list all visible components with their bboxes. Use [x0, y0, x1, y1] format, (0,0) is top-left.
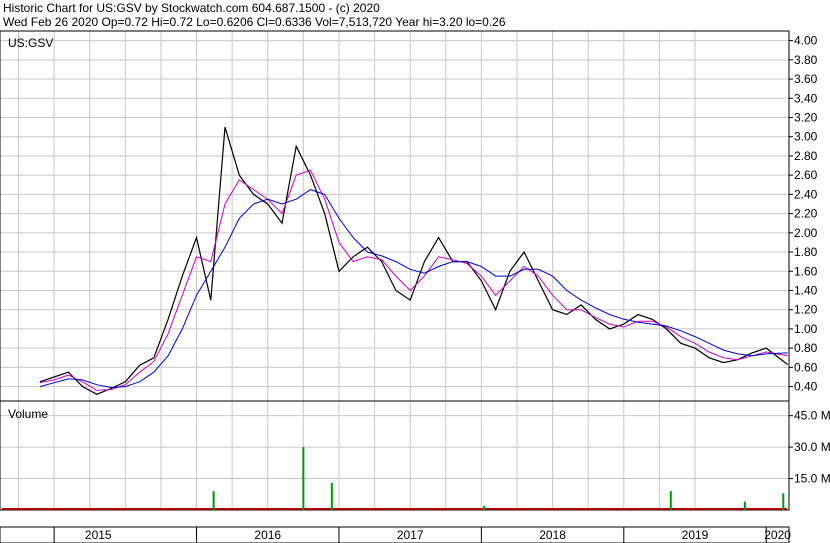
- year-label: 2020: [764, 528, 791, 542]
- price-tick-label: 1.40: [794, 283, 818, 297]
- price-series-line-2: [39, 189, 788, 389]
- price-tick-label: 3.60: [794, 72, 818, 86]
- year-label: 2015: [85, 528, 112, 542]
- price-tick-label: 2.20: [794, 207, 818, 221]
- price-axis-ticks: 4.00 3.80 3.60 3.40 3.20 3.00 2.80 2.60 2.40 2.20…: [789, 34, 818, 394]
- volume-label: Volume: [8, 407, 48, 421]
- price-tick-label: 0.80: [794, 341, 818, 355]
- volume-tick-label: 45.0 M: [794, 409, 830, 423]
- price-panel-frame: [0, 30, 790, 402]
- year-axis-frame: [0, 526, 790, 543]
- price-tick-label: 0.60: [794, 360, 818, 374]
- stock-chart: US:GSV 4.00 3.80 3.60 3.40 3.20 3.00 2.80 2.60 2…: [0, 30, 830, 543]
- year-label: 2016: [254, 528, 281, 542]
- price-tick-label: 2.60: [794, 168, 818, 182]
- year-label: 2019: [682, 528, 709, 542]
- price-series-line-1: [39, 169, 788, 391]
- price-tick-label: 4.00: [794, 34, 818, 48]
- symbol-label: US:GSV: [8, 36, 53, 50]
- price-tick-label: 3.20: [794, 110, 818, 124]
- price-tick-label: 2.40: [794, 187, 818, 201]
- volume-tick-label: 15.0 M: [794, 472, 830, 486]
- price-series-group: [39, 126, 788, 395]
- price-series-line-0: [39, 126, 788, 395]
- price-gridlines: [0, 31, 789, 401]
- price-tick-label: 1.60: [794, 264, 818, 278]
- price-tick-label: 1.20: [794, 303, 818, 317]
- price-tick-label: 1.00: [794, 322, 818, 336]
- price-tick-label: 2.00: [794, 226, 818, 240]
- volume-tick-label: 30.0 M: [794, 440, 830, 454]
- price-tick-label: 0.40: [794, 380, 818, 394]
- price-tick-label: 3.40: [794, 91, 818, 105]
- price-tick-label: 3.00: [794, 130, 818, 144]
- year-axis: 2015 2016 2017 2018 2019 2020: [53, 527, 791, 543]
- year-label: 2018: [539, 528, 566, 542]
- volume-axis-ticks: 45.0 M 30.0 M 15.0 M: [789, 409, 830, 486]
- price-tick-label: 2.80: [794, 149, 818, 163]
- year-label: 2017: [397, 528, 424, 542]
- price-tick-label: 1.80: [794, 245, 818, 259]
- price-tick-label: 3.80: [794, 53, 818, 67]
